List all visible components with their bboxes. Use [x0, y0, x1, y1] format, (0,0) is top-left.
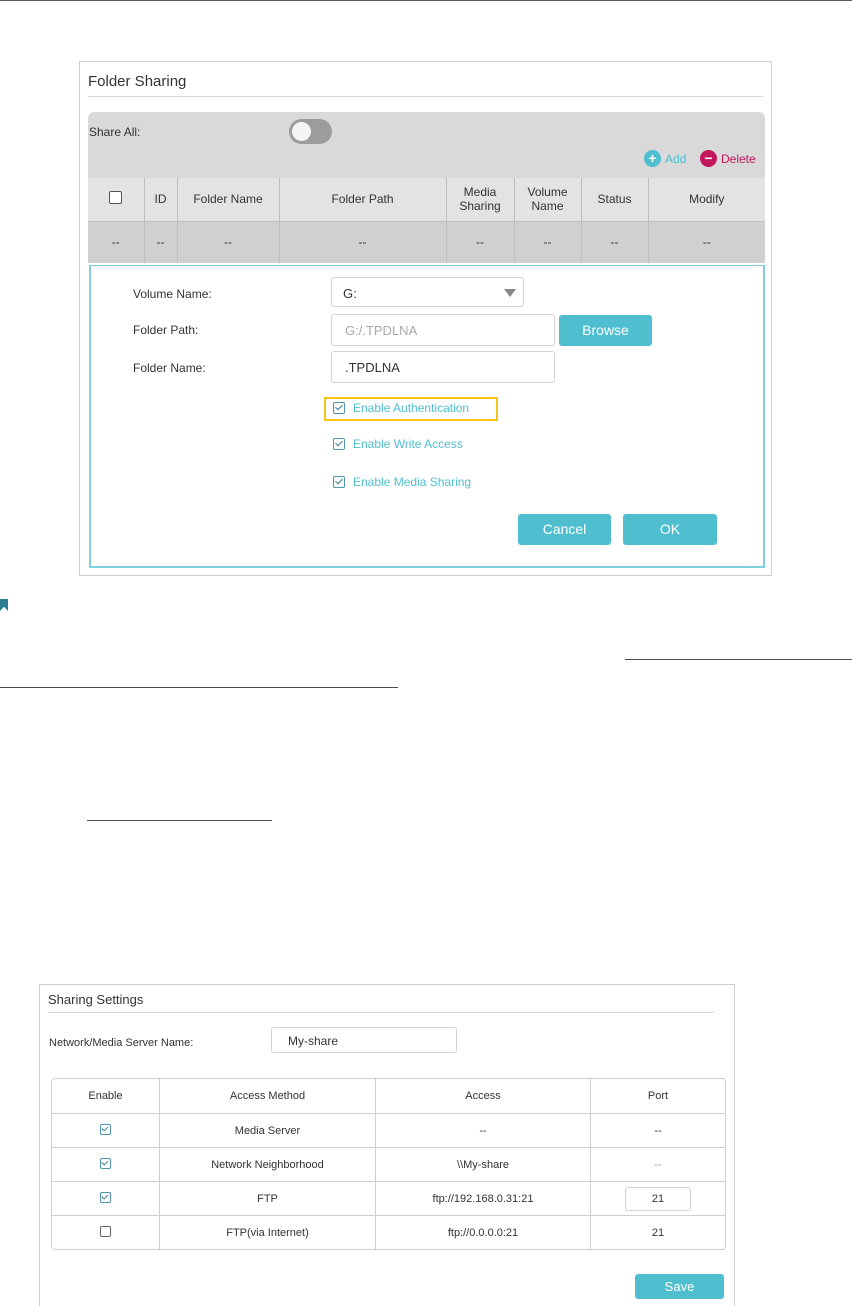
link-underline[interactable] — [0, 687, 398, 688]
server-name-input[interactable]: My-share — [271, 1027, 457, 1053]
link-underline[interactable] — [625, 659, 852, 660]
folder-name-label: Folder Name: — [133, 361, 206, 375]
folder-path-label: Folder Path: — [133, 323, 199, 337]
table-cell: -- — [580, 221, 648, 263]
enable-checkbox[interactable] — [100, 1191, 111, 1203]
col-status: Status — [580, 178, 648, 221]
table-row: Network Neighborhood \\My-share -- — [52, 1147, 725, 1181]
table-cell: -- — [278, 221, 446, 263]
col-volume-name-label: Volume Name — [527, 185, 568, 214]
link-underline[interactable] — [87, 820, 272, 821]
enable-write-access-label: Enable Write Access — [353, 437, 463, 451]
top-divider — [0, 0, 852, 1]
col-port: Port — [590, 1079, 725, 1113]
folder-table: ID Folder Name Folder Path Media Sharing… — [88, 178, 765, 263]
col-media-sharing-label: Media Sharing — [459, 185, 501, 214]
access-cell: ftp://0.0.0.0:21 — [375, 1215, 590, 1249]
panel-title: Folder Sharing — [88, 73, 187, 90]
access-cell: \\My-share — [375, 1147, 590, 1181]
enable-checkbox[interactable] — [100, 1225, 111, 1237]
folder-path-field[interactable]: G:/.TPDLNA — [331, 314, 555, 346]
table-cell: -- — [143, 221, 177, 263]
folder-name-field[interactable]: .TPDLNA — [331, 351, 555, 383]
add-button[interactable]: + Add — [644, 150, 686, 167]
table-cell: -- — [176, 221, 279, 263]
minus-circle-icon: − — [700, 150, 717, 167]
enable-cell — [52, 1113, 159, 1147]
checkbox-checked-icon — [333, 438, 345, 450]
col-media-sharing: Media Sharing — [445, 178, 514, 221]
ok-button[interactable]: OK — [623, 514, 717, 545]
table-cell: -- — [111, 235, 120, 250]
sharing-settings-panel: Sharing Settings Network/Media Server Na… — [39, 984, 735, 1306]
volume-name-label: Volume Name: — [133, 287, 212, 301]
enable-authentication-label: Enable Authentication — [353, 401, 470, 415]
table-cell: -- — [647, 221, 765, 263]
col-access-method: Access Method — [159, 1079, 375, 1113]
table-header-row: Enable Access Method Access Port — [52, 1079, 725, 1113]
enable-authentication-checkbox[interactable]: Enable Authentication — [333, 401, 469, 415]
access-cell: ftp://192.168.0.31:21 — [375, 1181, 590, 1215]
table-row: FTP(via Internet) ftp://0.0.0.0:21 21 — [52, 1215, 725, 1249]
select-all-checkbox[interactable] — [109, 191, 123, 205]
delete-button[interactable]: − Delete — [700, 150, 756, 167]
port-cell: 21 — [590, 1215, 725, 1249]
server-name-label: Network/Media Server Name: — [49, 1037, 194, 1049]
add-label: Add — [665, 151, 687, 166]
table-cell: -- — [445, 221, 514, 263]
col-enable: Enable — [88, 1090, 123, 1102]
enable-checkbox[interactable] — [100, 1157, 111, 1169]
ftp-port-input[interactable]: 21 — [625, 1186, 691, 1211]
toggle-knob — [292, 122, 311, 141]
save-button[interactable]: Save — [635, 1274, 724, 1299]
access-cell: -- — [375, 1113, 590, 1147]
volume-name-select[interactable]: G: — [331, 277, 524, 307]
port-cell: -- — [590, 1147, 725, 1181]
enable-media-sharing-label: Enable Media Sharing — [353, 475, 472, 489]
title-divider — [48, 1012, 714, 1013]
enable-media-sharing-checkbox[interactable]: Enable Media Sharing — [333, 475, 471, 489]
volume-name-value: G: — [343, 286, 357, 301]
browse-button[interactable]: Browse — [559, 315, 652, 346]
enable-cell — [52, 1215, 159, 1249]
table-row: FTP ftp://192.168.0.31:21 21 — [52, 1181, 725, 1215]
title-divider — [88, 96, 763, 97]
table-header-row: ID Folder Name Folder Path Media Sharing… — [88, 178, 765, 221]
port-cell: 21 — [590, 1181, 725, 1215]
select-all-cell[interactable] — [88, 178, 144, 221]
enable-cell — [52, 1181, 159, 1215]
col-access: Access — [375, 1079, 590, 1113]
share-all-label: Share All: — [89, 125, 141, 139]
folder-sharing-panel: Folder Sharing Share All: + Add − Delete… — [79, 61, 772, 576]
method-cell: FTP — [159, 1181, 375, 1215]
checkbox-checked-icon — [333, 402, 345, 414]
table-cell: -- — [513, 221, 581, 263]
col-volume-name: Volume Name — [513, 178, 581, 221]
cancel-button[interactable]: Cancel — [518, 514, 611, 545]
delete-label: Delete — [721, 151, 756, 166]
enable-cell — [52, 1147, 159, 1181]
method-cell: Media Server — [159, 1113, 375, 1147]
col-modify: Modify — [647, 178, 765, 221]
table-row: -- -- -- -- -- -- -- -- — [88, 221, 765, 263]
folder-list-area: Share All: + Add − Delete ID Folder Name… — [88, 112, 765, 263]
port-cell: -- — [590, 1113, 725, 1147]
panel-title: Sharing Settings — [48, 992, 144, 1007]
col-folder-name: Folder Name — [176, 178, 279, 221]
share-all-toggle[interactable] — [289, 119, 332, 144]
add-folder-form: Volume Name: G: Folder Path: G:/.TPDLNA … — [89, 265, 765, 568]
checkbox-checked-icon — [333, 476, 345, 488]
enable-checkbox[interactable] — [100, 1123, 111, 1135]
method-cell: FTP(via Internet) — [159, 1215, 375, 1249]
enable-write-access-checkbox[interactable]: Enable Write Access — [333, 437, 463, 451]
table-row: Media Server -- -- — [52, 1113, 725, 1147]
dropdown-arrow-icon — [504, 289, 516, 297]
col-id: ID — [143, 178, 177, 221]
method-cell: Network Neighborhood — [159, 1147, 375, 1181]
col-folder-path: Folder Path — [278, 178, 446, 221]
plus-circle-icon: + — [644, 150, 661, 167]
bookmark-icon — [0, 599, 8, 611]
access-method-table: Enable Access Method Access Port Media S… — [51, 1078, 726, 1250]
